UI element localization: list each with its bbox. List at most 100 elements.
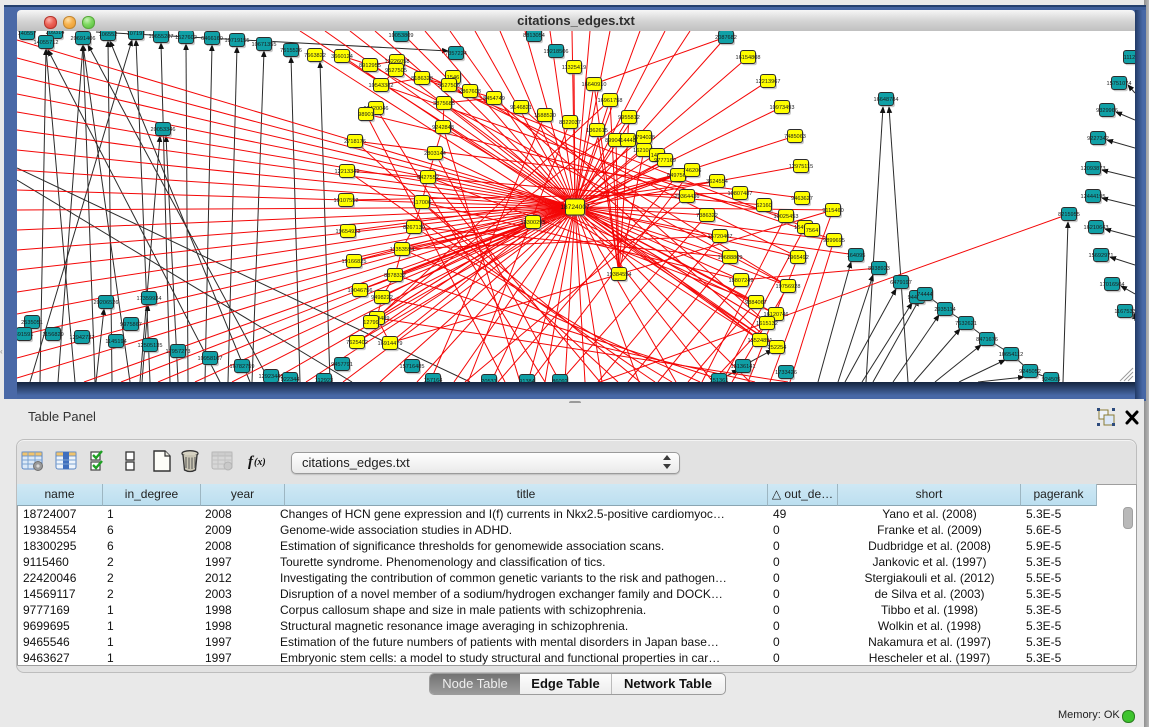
- svg-text:117006: 117006: [413, 200, 431, 206]
- svg-text:9242848: 9242848: [432, 125, 454, 131]
- svg-text:2535051: 2535051: [21, 320, 43, 326]
- svg-text:17957273: 17957273: [166, 349, 191, 355]
- svg-text:3875685: 3875685: [433, 101, 455, 107]
- svg-text:15692971: 15692971: [1089, 253, 1114, 259]
- svg-text:20364436: 20364436: [675, 194, 700, 200]
- svg-text:20531: 20531: [481, 379, 497, 382]
- svg-text:7485063: 7485063: [784, 134, 806, 140]
- svg-text:1965492: 1965492: [787, 255, 809, 261]
- svg-text:2803144: 2803144: [424, 151, 446, 157]
- svg-text:15720407: 15720407: [708, 234, 733, 240]
- svg-text:10958107: 10958107: [198, 356, 223, 362]
- svg-text:151361: 151361: [710, 378, 729, 382]
- svg-text:13524851: 13524851: [748, 338, 773, 344]
- svg-text:10654112: 10654112: [999, 352, 1023, 358]
- svg-text:1156829: 1156829: [42, 332, 63, 338]
- svg-text:10025453: 10025453: [774, 214, 799, 220]
- svg-text:6479197: 6479197: [890, 280, 912, 286]
- svg-text:16210643: 16210643: [1084, 225, 1109, 231]
- svg-text:10688809: 10688809: [718, 255, 743, 261]
- svg-text:12799: 12799: [363, 320, 379, 326]
- svg-text:10107552: 10107552: [334, 198, 359, 204]
- svg-text:14055712: 14055712: [34, 40, 59, 46]
- svg-text:7625402: 7625402: [346, 340, 368, 346]
- svg-text:9975867: 9975867: [120, 322, 142, 328]
- svg-text:12213967: 12213967: [756, 79, 781, 85]
- svg-text:1733426: 1733426: [775, 370, 797, 376]
- svg-text:8215955: 8215955: [1058, 212, 1080, 218]
- svg-text:19384554: 19384554: [607, 272, 632, 278]
- svg-text:12975115: 12975115: [789, 164, 813, 170]
- svg-text:1145194: 1145194: [105, 339, 126, 345]
- svg-text:10719155: 10719155: [225, 38, 250, 44]
- svg-text:12093873: 12093873: [1081, 166, 1106, 172]
- svg-text:10973493: 10973493: [770, 105, 795, 111]
- svg-text:16782759: 16782759: [230, 364, 255, 370]
- svg-text:9115460: 9115460: [822, 208, 843, 214]
- svg-text:10053809: 10053809: [389, 33, 414, 39]
- svg-text:10543382: 10543382: [369, 83, 394, 89]
- svg-text:16914479: 16914479: [378, 341, 403, 347]
- svg-text:16640910: 16640910: [582, 82, 607, 88]
- svg-text:140557: 140557: [18, 31, 37, 37]
- svg-text:11353594: 11353594: [390, 247, 414, 253]
- svg-text:19756928: 19756928: [776, 284, 801, 290]
- svg-text:8878332: 8878332: [384, 273, 406, 279]
- svg-text:7663822: 7663822: [304, 53, 326, 59]
- svg-text:391591: 391591: [17, 332, 33, 338]
- svg-text:18724007: 18724007: [560, 204, 590, 211]
- svg-text:112923: 112923: [315, 378, 333, 382]
- svg-text:9245052: 9245052: [1019, 369, 1041, 375]
- svg-text:9463627: 9463627: [791, 196, 813, 202]
- svg-text:1362615: 1362615: [586, 128, 608, 134]
- svg-text:8912955: 8912955: [359, 63, 381, 69]
- svg-text:16648784: 16648784: [874, 97, 899, 103]
- svg-text:6794028: 6794028: [633, 135, 655, 141]
- svg-text:8427552: 8427552: [417, 175, 439, 181]
- svg-text:98901: 98901: [358, 112, 374, 118]
- svg-text:12505135: 12505135: [138, 343, 163, 349]
- svg-text:1588520: 1588520: [534, 113, 556, 119]
- svg-text:20053346: 20053346: [151, 127, 176, 133]
- svg-text:106552: 106552: [99, 32, 118, 38]
- svg-text:16961758: 16961758: [598, 98, 623, 104]
- svg-text:20691406: 20691406: [71, 36, 96, 42]
- svg-text:9527506: 9527506: [438, 83, 460, 89]
- svg-text:91384: 91384: [519, 379, 535, 382]
- svg-text:11325419: 11325419: [562, 65, 586, 71]
- svg-text:10671355: 10671355: [252, 42, 277, 48]
- svg-text:15136141: 15136141: [731, 364, 756, 370]
- svg-text:10046756: 10046756: [348, 288, 373, 294]
- svg-text:19654923: 19654923: [336, 229, 361, 235]
- svg-text:17016504: 17016504: [1100, 282, 1125, 288]
- svg-text:12444195: 12444195: [1081, 194, 1106, 200]
- svg-text:2867608: 2867608: [459, 89, 481, 95]
- svg-text:(x): (x): [254, 457, 266, 468]
- svg-text:15716485: 15716485: [400, 364, 425, 370]
- svg-text:9527505: 9527505: [385, 68, 407, 74]
- svg-text:8938923: 8938923: [868, 266, 890, 272]
- svg-text:8813054: 8813054: [523, 33, 545, 39]
- svg-text:2935114: 2935114: [934, 307, 955, 313]
- svg-text:10807487: 10807487: [728, 191, 753, 197]
- svg-text:1615132: 1615132: [756, 321, 778, 327]
- svg-text:9884067: 9884067: [745, 300, 767, 306]
- svg-text:7386322: 7386322: [696, 213, 718, 219]
- svg-text:9955812: 9955812: [618, 115, 640, 121]
- svg-text:3624554: 3624554: [706, 179, 728, 185]
- svg-text:9899695: 9899695: [823, 238, 845, 244]
- svg-text:12942737: 12942737: [70, 335, 95, 341]
- svg-text:8186328: 8186328: [411, 76, 433, 82]
- svg-text:7515526: 7515526: [280, 48, 302, 54]
- svg-text:19166825: 19166825: [342, 259, 367, 265]
- svg-text:922344: 922344: [281, 377, 300, 382]
- svg-text:9329966: 9329966: [1096, 108, 1118, 114]
- svg-text:10655287: 10655287: [149, 34, 174, 40]
- svg-text:7632621: 7632621: [955, 321, 977, 327]
- svg-text:11123: 11123: [1124, 55, 1135, 61]
- svg-text:164095: 164095: [847, 253, 866, 259]
- svg-text:2718176: 2718176: [344, 139, 366, 145]
- svg-text:8454749: 8454749: [483, 96, 505, 102]
- svg-text:86092: 86092: [552, 379, 568, 382]
- svg-text:9498222: 9498222: [371, 295, 393, 301]
